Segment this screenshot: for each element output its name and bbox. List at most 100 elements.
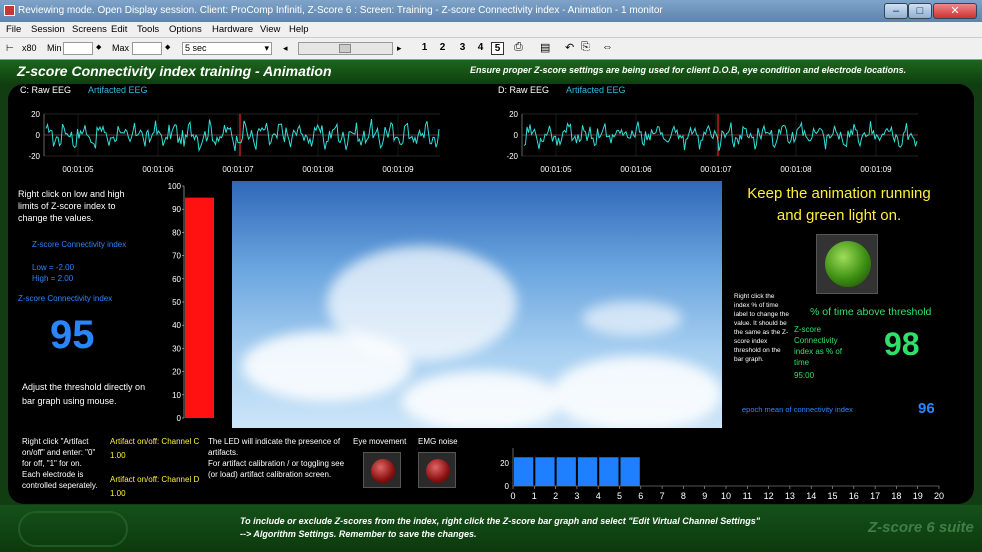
minimize-icon: – — [892, 5, 900, 17]
histogram-svg: 2000 1 2 3 4 5 6 7 8 9 10 11 12 13 14 15 16 17 18 19 20 — [500, 448, 944, 501]
eeg-time-tick: 00:01:07 — [700, 165, 732, 174]
suite-label: Z-score 6 suite — [868, 519, 974, 536]
menu-bar: File Session Screens Edit Tools Options … — [0, 22, 982, 38]
expand-icon[interactable]: ⇔ — [602, 41, 613, 53]
index-label: Z-score Connectivity index — [18, 294, 113, 303]
page-button-2[interactable]: 2 — [436, 42, 449, 53]
footer-note: To include or exclude Z-scores from the … — [240, 516, 760, 539]
page-button-4[interactable]: 4 — [474, 42, 487, 53]
histogram-bar — [577, 457, 598, 486]
scroll-thumb[interactable] — [339, 44, 351, 53]
title-bar: Reviewing mode. Open Display session. Cl… — [0, 0, 982, 22]
scroll-right-button[interactable]: ▸ — [397, 43, 402, 54]
menu-tools[interactable]: Tools — [137, 24, 159, 35]
eeg-trace — [523, 121, 918, 151]
bar-y-tick: 100 — [168, 182, 182, 191]
histogram-bar — [535, 457, 555, 486]
eye-movement-led-icon — [371, 459, 395, 483]
emg-noise-led-icon — [426, 459, 450, 483]
limits-instructions: Right click on low and high limits of Z-… — [18, 189, 125, 223]
menu-session[interactable]: Session — [31, 24, 65, 35]
window-title: Reviewing mode. Open Display session. Cl… — [18, 5, 663, 16]
menu-hardware[interactable]: Hardware — [212, 24, 253, 35]
high-limit[interactable]: High = 2.00 — [32, 273, 73, 284]
animation-viewport — [232, 181, 722, 428]
emg-noise-led-frame — [418, 452, 456, 488]
export-icon[interactable]: ⎘ — [581, 41, 590, 54]
artifact-c-label[interactable]: Artifact on/off: Channel C — [110, 436, 199, 447]
histogram-y-tick: 20 — [500, 459, 509, 468]
bar-y-tick: 50 — [172, 298, 181, 307]
scale-icon[interactable]: ⊢ — [6, 43, 14, 54]
time-select[interactable]: 5 sec ▾ — [182, 42, 272, 55]
histogram-x-tick: 9 — [702, 491, 707, 501]
max-input[interactable] — [132, 42, 162, 55]
menu-screens[interactable]: Screens — [72, 24, 107, 35]
eeg-y-tick: -20 — [506, 152, 518, 161]
time-select-value: 5 sec — [185, 43, 207, 53]
eeg-time-tick: 00:01:08 — [302, 165, 334, 174]
eeg-left-channel-label: C: Raw EEG — [20, 85, 72, 95]
led-note-1: The LED will indicate the presence of ar… — [208, 437, 341, 457]
bar-y-tick: 80 — [172, 228, 181, 237]
eeg-time-tick: 00:01:06 — [620, 165, 652, 174]
histogram-x-tick: 1 — [532, 491, 537, 501]
status-light-frame — [816, 234, 878, 294]
page-button-5[interactable]: 5 — [491, 42, 504, 55]
menu-view[interactable]: View — [260, 24, 280, 35]
min-input[interactable] — [63, 42, 93, 55]
eeg-y-tick: -20 — [28, 152, 40, 161]
undo-icon[interactable]: ↶ — [565, 41, 574, 54]
eeg-time-tick: 00:01:09 — [382, 165, 414, 174]
scroll-left-button[interactable]: ◂ — [283, 43, 288, 54]
eeg-time-tick: 00:01:06 — [142, 165, 174, 174]
max-spinner-icon[interactable]: ◆ — [165, 43, 170, 51]
menu-options[interactable]: Options — [169, 24, 202, 35]
eeg-y-tick: 20 — [31, 110, 40, 119]
bar-y-tick: 60 — [172, 275, 181, 284]
maximize-button[interactable]: □ — [908, 3, 932, 19]
menu-file[interactable]: File — [6, 24, 21, 35]
page-button-1[interactable]: 1 — [418, 42, 431, 53]
bar-y-tick: 40 — [172, 321, 181, 330]
menu-edit[interactable]: Edit — [111, 24, 127, 35]
low-limit[interactable]: Low = -2.00 — [32, 262, 74, 273]
zscore-histogram[interactable]: 20 0 0 1 2 3 4 5 6 7 8 9 10 11 12 13 14 15 16 17 18 19 20 — [495, 436, 955, 502]
artifact-d-value[interactable]: 1.00 — [110, 488, 126, 499]
connectivity-bar — [185, 197, 214, 418]
save-icon[interactable]: ▤ — [540, 41, 550, 54]
cloud-shape — [582, 301, 682, 336]
close-button[interactable]: ✕ — [933, 3, 977, 19]
scale-label: x80 — [22, 43, 37, 53]
histogram-x-tick: 15 — [827, 491, 837, 501]
connectivity-bar-graph[interactable]: 100 90 80 70 60 50 40 30 20 10 0 — [160, 180, 220, 425]
histogram-x-tick: 8 — [681, 491, 686, 501]
cloud-shape — [402, 371, 562, 428]
histogram-bar — [514, 457, 534, 486]
print-icon[interactable]: ⎙ — [514, 41, 523, 54]
artifact-d-label[interactable]: Artifact on/off: Channel D — [110, 474, 199, 485]
bar-y-tick: 30 — [172, 344, 181, 353]
chevron-down-icon: ▾ — [264, 43, 269, 53]
minimize-button[interactable]: – — [884, 3, 908, 19]
min-spinner-icon[interactable]: ◆ — [96, 43, 101, 51]
eeg-left-artifact-label: Artifacted EEG — [88, 85, 148, 95]
menu-help[interactable]: Help — [289, 24, 309, 35]
pct-time-threshold[interactable]: 95:00 — [794, 370, 814, 381]
histogram-x-tick: 2 — [553, 491, 558, 501]
footer: To include or exclude Z-scores from the … — [0, 505, 982, 552]
eeg-time-tick: 00:01:07 — [222, 165, 254, 174]
maximize-icon: □ — [916, 5, 924, 17]
histogram-x-tick: 12 — [764, 491, 774, 501]
artifact-c-value[interactable]: 1.00 — [110, 450, 126, 461]
eye-movement-label: Eye movement — [353, 437, 407, 446]
scroll-track[interactable] — [298, 42, 393, 55]
bar-y-tick: 70 — [172, 252, 181, 261]
histogram-x-tick: 0 — [510, 491, 515, 501]
eeg-y-tick: 0 — [514, 131, 519, 140]
page-button-3[interactable]: 3 — [456, 42, 469, 53]
histogram-x-tick: 17 — [870, 491, 880, 501]
brand-logo — [18, 511, 128, 547]
histogram-x-tick: 7 — [660, 491, 665, 501]
pct-time-label[interactable]: % of time above threshold — [810, 306, 931, 318]
